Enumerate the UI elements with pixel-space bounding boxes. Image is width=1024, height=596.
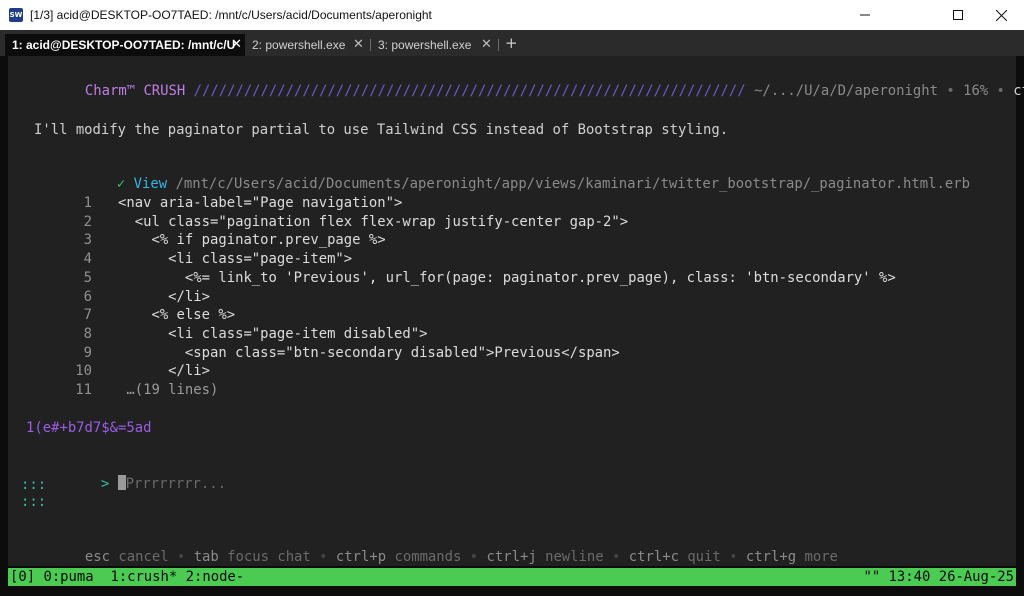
tab-1[interactable]: 1: acid@DESKTOP-OO7TAED: /mnt/c/U ✕	[5, 34, 245, 56]
help-key: ctrl+p	[335, 549, 387, 565]
line-number: 10	[75, 363, 92, 380]
help-action: newline	[545, 549, 604, 565]
help-separator: •	[612, 549, 621, 565]
line-number: 2	[83, 213, 92, 230]
code-text: <span class="btn-secondary disabled">Pre…	[118, 344, 620, 361]
code-text: …(19 lines)	[118, 382, 219, 398]
help-separator: •	[469, 549, 479, 565]
tab-3[interactable]: 3: powershell.exe ✕	[371, 34, 496, 56]
code-text: <% if paginator.prev_page %>	[118, 232, 386, 249]
crush-app-area: Charm™ CRUSH ///////////////////////////…	[8, 56, 1024, 566]
terminal-window: SW [1/3] acid@DESKTOP-OO7TAED: /mnt/c/Us…	[0, 0, 1024, 596]
code-text: </li>	[118, 363, 210, 380]
help-key: esc	[84, 549, 110, 565]
code-line: 3 <% if paginator.prev_page %>	[74, 231, 386, 249]
terminal-pane[interactable]: Charm™ CRUSH ///////////////////////////…	[0, 56, 1024, 596]
header-slashes: ////////////////////////////////////////…	[193, 83, 746, 99]
line-number: 5	[83, 269, 92, 286]
code-text: <%= link_to 'Previous', url_for(page: pa…	[118, 269, 896, 286]
line-number: 1	[83, 195, 92, 211]
help-action: quit	[687, 549, 721, 565]
maximize-icon	[953, 10, 963, 20]
line-number: 4	[83, 251, 92, 268]
code-text: <% else %>	[118, 307, 236, 324]
help-key: ctrl+j	[486, 549, 537, 565]
line-number: 8	[83, 325, 92, 342]
context-percent: 16%	[963, 83, 989, 99]
code-line: 9 <span class="btn-secondary disabled">P…	[74, 344, 620, 362]
chat-input[interactable]: Prrrrrrrr...	[126, 476, 226, 492]
minimize-button[interactable]	[842, 0, 888, 30]
help-action: commands	[394, 549, 462, 565]
help-separator: •	[176, 549, 186, 565]
code-text: <li class="page-item disabled">	[118, 325, 428, 342]
tab-label: 2: powershell.exe	[252, 38, 346, 52]
help-action: cancel	[118, 549, 169, 565]
code-line: 2 <ul class="pagination flex flex-wrap j…	[74, 213, 629, 231]
code-text: <nav aria-label="Page navigation">	[118, 195, 403, 211]
tab-label: 1: acid@DESKTOP-OO7TAED: /mnt/c/U	[12, 38, 236, 52]
tool-name: View	[133, 176, 168, 192]
close-icon	[995, 9, 1007, 21]
help-separator: •	[319, 549, 328, 565]
tmux-clock: "" 13:40 26-Aug-25	[863, 569, 1014, 585]
help-action: focus chat	[227, 549, 311, 565]
line-number: 6	[83, 288, 92, 305]
code-line: 8 <li class="page-item disabled">	[74, 325, 428, 343]
header-separator: •	[946, 83, 955, 99]
code-text: <li class="page-item">	[118, 251, 353, 268]
code-text: </li>	[118, 288, 210, 305]
cursor	[117, 475, 126, 490]
line-number: 11	[75, 382, 92, 398]
tab-close-icon[interactable]: ✕	[481, 37, 492, 52]
code-line: 4 <li class="page-item">	[74, 250, 353, 268]
window-title: [1/3] acid@DESKTOP-OO7TAED: /mnt/c/Users…	[30, 8, 432, 22]
shortcut-key: ctrl+d	[1013, 83, 1024, 99]
tab-2[interactable]: 2: powershell.exe ✕	[245, 34, 369, 56]
tool-path: /mnt/c/Users/acid/Documents/aperonight/a…	[175, 176, 970, 192]
help-action: more	[804, 549, 838, 565]
code-line: 5 <%= link_to 'Previous', url_for(page: …	[74, 269, 896, 287]
brand-title: Charm™ CRUSH	[84, 83, 186, 99]
check-icon: ✓	[116, 176, 126, 192]
help-key: ctrl+c	[628, 549, 679, 565]
header-path: ~/.../U/a/D/aperonight	[753, 83, 938, 99]
continuation-dots: :::	[21, 494, 47, 510]
terminal-app-icon: SW	[9, 8, 23, 22]
tab-label: 3: powershell.exe	[378, 38, 472, 52]
tmux-status-bar: [0] 0:puma 1:crush* 2:node- "" 13:40 26-…	[8, 568, 1016, 586]
help-key: ctrl+g	[745, 549, 797, 565]
help-key: tab	[193, 549, 219, 565]
line-number: 7	[83, 307, 92, 324]
continuation-dots: :::	[21, 477, 47, 493]
minimize-icon	[860, 14, 870, 16]
tab-close-icon[interactable]: ✕	[231, 37, 242, 52]
code-line: 1 <nav aria-label="Page navigation">	[74, 194, 403, 212]
help-separator: •	[729, 549, 738, 565]
code-text: <ul class="pagination flex flex-wrap jus…	[118, 213, 629, 230]
line-number: 3	[83, 232, 92, 249]
maximize-button[interactable]	[935, 0, 981, 30]
tab-close-icon[interactable]: ✕	[353, 37, 364, 52]
header-separator: •	[996, 83, 1005, 99]
code-line: 10 </li>	[74, 362, 210, 380]
tmux-window-list: [0] 0:puma 1:crush* 2:node-	[10, 569, 245, 585]
glitch-text: 1(e#+b7d7$&=5ad	[26, 420, 152, 436]
input-line[interactable]: > Prrrrrrrr...	[34, 457, 226, 511]
prompt-chevron-icon: >	[100, 476, 110, 492]
crush-header: Charm™ CRUSH ///////////////////////////…	[18, 64, 1024, 118]
code-line: 11 …(19 lines)	[74, 381, 218, 399]
title-bar[interactable]: SW [1/3] acid@DESKTOP-OO7TAED: /mnt/c/Us…	[0, 0, 1024, 30]
new-tab-button[interactable]: +	[505, 34, 518, 52]
tab-divider	[498, 39, 499, 51]
close-window-button[interactable]	[978, 0, 1024, 30]
code-line: 7 <% else %>	[74, 306, 235, 324]
assistant-message: I'll modify the paginator partial to use…	[34, 122, 729, 138]
code-line: 6 </li>	[74, 288, 210, 306]
line-number: 9	[83, 344, 92, 361]
